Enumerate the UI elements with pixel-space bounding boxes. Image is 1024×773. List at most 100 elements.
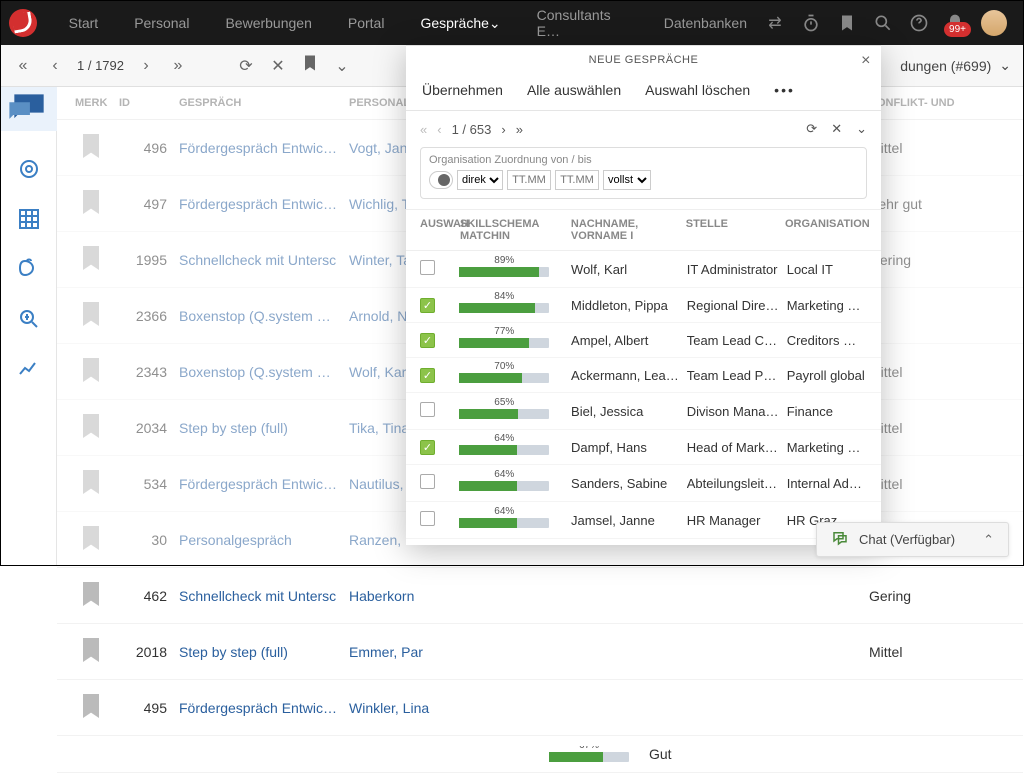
row-gespraech[interactable]: Step by step (full) xyxy=(173,420,343,436)
mcol-name[interactable]: NACHNAME, VORNAME I xyxy=(571,218,680,242)
col-konflikt[interactable]: KONFLIKT- UND xyxy=(863,97,983,109)
help-icon[interactable] xyxy=(909,13,929,33)
mcol-skill[interactable]: SKILLSCHEMA MATCHIN xyxy=(460,218,565,242)
modal-row[interactable]: 77%Ampel, AlbertTeam Lead CrediCreditors… xyxy=(406,323,881,358)
timer-icon[interactable] xyxy=(801,13,821,33)
table-row[interactable]: 462Schnellcheck mit UnterscHaberkornGeri… xyxy=(57,568,1023,624)
row-gespraech[interactable]: Fördergespräch Entwicklu xyxy=(173,700,343,716)
col-gespraech[interactable]: GESPRÄCH xyxy=(173,97,343,109)
modal-row[interactable]: 64%Dampf, HansHead of MarketinMarketing … xyxy=(406,430,881,465)
row-checkbox[interactable] xyxy=(420,511,435,526)
modal-row[interactable]: 64%Jamsel, JanneHR ManagerHR Graz xyxy=(406,502,881,539)
nav-item-portal[interactable]: Portal xyxy=(330,1,403,45)
table-row[interactable]: 495Fördergespräch EntwickluWinkler, Lina xyxy=(57,680,1023,736)
row-personal[interactable]: Haberkorn xyxy=(343,588,763,604)
modal-expand-icon[interactable]: ⌄ xyxy=(856,121,867,137)
toolbar-right[interactable]: dungen (#699) ⌄ xyxy=(900,57,1011,74)
filter-from-input[interactable] xyxy=(507,170,551,190)
bookmark-icon[interactable] xyxy=(69,466,113,501)
close-icon[interactable]: × xyxy=(861,52,871,70)
bookmark-icon[interactable] xyxy=(69,410,113,445)
nav-item-datenbanken[interactable]: Datenbanken xyxy=(646,1,765,45)
swap-icon[interactable]: ⇄ xyxy=(765,13,785,33)
nav-item-start[interactable]: Start xyxy=(51,1,117,45)
bookmark-icon[interactable] xyxy=(69,354,113,389)
sidebar-budget-icon[interactable] xyxy=(17,257,41,281)
row-checkbox[interactable] xyxy=(420,474,435,489)
mcol-select[interactable]: AUSWAH xyxy=(420,218,454,242)
clear-icon[interactable]: ✕ xyxy=(268,56,288,76)
row-gespraech[interactable]: Fördergespräch Entwicklu xyxy=(173,196,343,212)
nav-item-bewerbungen[interactable]: Bewerbungen xyxy=(207,1,329,45)
app-logo[interactable] xyxy=(9,9,37,37)
modal-row[interactable]: 64%Sanders, SabineAbteilungsleitungInter… xyxy=(406,465,881,502)
sidebar-chart-icon[interactable] xyxy=(17,357,41,381)
user-avatar[interactable] xyxy=(981,10,1007,36)
modal-page-next-icon[interactable]: › xyxy=(501,122,505,137)
bookmark-icon[interactable] xyxy=(69,242,113,277)
bookmark-icon[interactable] xyxy=(69,690,113,725)
nav-item-gespr-che[interactable]: Gespräche ⌄ xyxy=(402,1,518,45)
row-gespraech[interactable]: Schnellcheck mit Untersc xyxy=(173,252,343,268)
search-icon[interactable] xyxy=(873,13,893,33)
clear-selection-button[interactable]: Auswahl löschen xyxy=(645,82,750,98)
table-row[interactable]: 2018Step by step (full)Emmer, ParMittel xyxy=(57,624,1023,680)
bookmark-toolbar-icon[interactable] xyxy=(300,53,320,78)
modal-page-prev-icon[interactable]: ‹ xyxy=(437,122,441,137)
bookmark-icon[interactable] xyxy=(837,13,857,33)
row-gespraech[interactable]: Step by step (full) xyxy=(173,644,343,660)
modal-row[interactable]: 89%Wolf, KarlIT AdministratorLocal IT xyxy=(406,251,881,288)
sidebar-chat-icon[interactable] xyxy=(1,87,57,131)
row-gespraech[interactable]: Personalgespräch xyxy=(173,532,343,548)
page-first-icon[interactable]: « xyxy=(13,57,33,75)
row-gespraech[interactable]: Boxenstop (Q.system Butt xyxy=(173,364,343,380)
sidebar-grid-icon[interactable] xyxy=(17,207,41,231)
filter-to-input[interactable] xyxy=(555,170,599,190)
row-gespraech[interactable]: Boxenstop (Q.system Butt xyxy=(173,308,343,324)
row-personal[interactable]: Winkler, Lina xyxy=(343,700,763,716)
bookmark-icon[interactable] xyxy=(69,186,113,221)
row-checkbox[interactable] xyxy=(420,402,435,417)
refresh-icon[interactable]: ⟳ xyxy=(236,56,256,76)
bookmark-icon[interactable] xyxy=(69,130,113,165)
filter-toggle-icon[interactable] xyxy=(429,171,453,189)
row-gespraech[interactable]: Schnellcheck mit Untersc xyxy=(173,588,343,604)
row-personal[interactable]: Emmer, Par xyxy=(343,644,763,660)
bookmark-icon[interactable] xyxy=(69,298,113,333)
filter-select-1[interactable]: direk xyxy=(457,170,503,190)
select-all-button[interactable]: Alle auswählen xyxy=(527,82,621,98)
mcol-org[interactable]: ORGANISATION xyxy=(785,218,867,242)
modal-refresh-icon[interactable]: ⟳ xyxy=(806,121,817,137)
modal-page-first-icon[interactable]: « xyxy=(420,122,427,137)
row-gespraech[interactable]: Fördergespräch Entwicklu xyxy=(173,476,343,492)
apply-button[interactable]: Übernehmen xyxy=(422,82,503,98)
bookmark-icon[interactable] xyxy=(69,522,113,557)
row-checkbox[interactable] xyxy=(420,260,435,275)
bookmark-icon[interactable] xyxy=(69,578,113,613)
col-merk[interactable]: MERK xyxy=(69,97,113,109)
nav-item-personal[interactable]: Personal xyxy=(116,1,207,45)
more-icon[interactable]: ••• xyxy=(774,82,795,98)
page-last-icon[interactable]: » xyxy=(168,57,188,75)
modal-row[interactable]: 84%Middleton, PippaRegional DirectoMarke… xyxy=(406,288,881,323)
modal-row[interactable]: 70%Ackermann, LeandroTeam Lead PayroPayr… xyxy=(406,358,881,393)
row-checkbox[interactable] xyxy=(420,333,435,348)
notifications-icon[interactable]: 99+ xyxy=(945,13,965,33)
mcol-role[interactable]: STELLE xyxy=(686,218,779,242)
modal-row[interactable]: 65%Biel, JessicaDivison ManagerFinance xyxy=(406,393,881,430)
page-prev-icon[interactable]: ‹ xyxy=(45,57,65,75)
sidebar-search-coin-icon[interactable] xyxy=(17,307,41,331)
expand-icon[interactable]: ⌄ xyxy=(332,56,352,76)
col-id[interactable]: ID xyxy=(113,97,173,109)
row-checkbox[interactable] xyxy=(420,368,435,383)
nav-item-consultants-e-[interactable]: Consultants E… xyxy=(519,1,646,45)
row-gespraech[interactable]: Fördergespräch Entwicklu xyxy=(173,140,343,156)
filter-select-2[interactable]: vollst xyxy=(603,170,651,190)
chat-widget[interactable]: Chat (Verfügbar) ⌃ xyxy=(816,522,1009,557)
modal-clear-icon[interactable]: ✕ xyxy=(831,121,842,137)
row-checkbox[interactable] xyxy=(420,298,435,313)
modal-page-last-icon[interactable]: » xyxy=(516,122,523,137)
sidebar-target-icon[interactable] xyxy=(17,157,41,181)
page-next-icon[interactable]: › xyxy=(136,57,156,75)
row-checkbox[interactable] xyxy=(420,440,435,455)
